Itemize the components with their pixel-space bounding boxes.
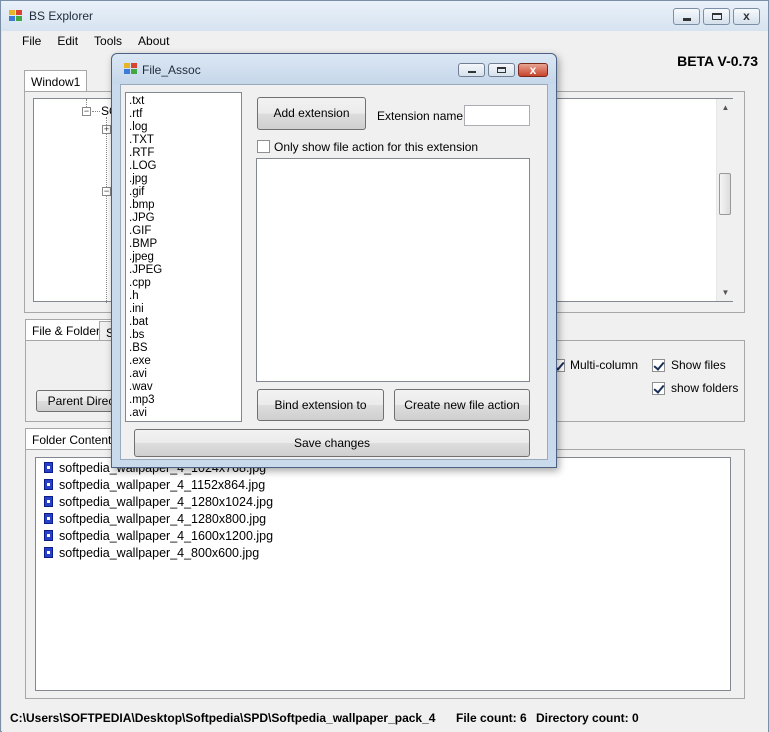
extension-item[interactable]: .exe	[129, 355, 151, 368]
extension-item[interactable]: .BS	[129, 342, 148, 355]
add-extension-button[interactable]: Add extension	[257, 97, 366, 130]
extension-item[interactable]: .cpp	[129, 277, 151, 290]
extension-item[interactable]: .wav	[129, 381, 153, 394]
image-file-icon	[44, 513, 53, 524]
file-list[interactable]: softpedia_wallpaper_4_1024x768.jpg softp…	[35, 457, 731, 691]
file-row[interactable]: softpedia_wallpaper_4_800x600.jpg	[44, 546, 259, 563]
show-files-checkbox[interactable]	[652, 359, 665, 372]
expand-icon[interactable]: +	[102, 125, 111, 134]
extension-item[interactable]: .bmp	[129, 199, 155, 212]
scroll-down-icon[interactable]: ▼	[717, 284, 734, 301]
save-changes-button[interactable]: Save changes	[134, 429, 530, 457]
image-file-icon	[44, 479, 53, 490]
status-path: C:\Users\SOFTPEDIA\Desktop\Softpedia\SPD…	[10, 711, 436, 725]
extension-item[interactable]: .JPEG	[129, 264, 162, 277]
maximize-icon	[497, 67, 506, 73]
menu-about[interactable]: About	[130, 32, 177, 50]
dialog-close-button[interactable]: x	[518, 63, 548, 77]
extension-item[interactable]: .JPG	[129, 212, 155, 225]
image-file-icon	[44, 462, 53, 473]
menu-edit[interactable]: Edit	[49, 32, 86, 50]
extension-item[interactable]: .txt	[129, 95, 144, 108]
close-icon: x	[529, 63, 537, 77]
tree-line	[92, 111, 100, 112]
minimize-icon	[683, 18, 691, 21]
extension-item[interactable]: .bs	[129, 329, 144, 342]
version-label: BETA V-0.73	[677, 53, 758, 69]
extension-item[interactable]: .jpg	[129, 173, 148, 186]
extension-item[interactable]: .TXT	[129, 134, 154, 147]
extension-item[interactable]: .bat	[129, 316, 148, 329]
close-button[interactable]: x	[733, 8, 760, 25]
scroll-thumb[interactable]	[719, 173, 731, 215]
window-title: BS Explorer	[29, 9, 94, 23]
extension-item[interactable]: .jpeg	[129, 251, 154, 264]
only-show-label: Only show file action for this extension	[274, 140, 479, 154]
maximize-button[interactable]	[703, 8, 730, 25]
dialog-title: File_Assoc	[142, 63, 201, 77]
dialog-app-icon	[124, 63, 138, 75]
file-row[interactable]: softpedia_wallpaper_4_1280x1024.jpg	[44, 495, 273, 512]
only-show-checkbox[interactable]	[257, 140, 270, 153]
bind-extension-button[interactable]: Bind extension to action	[257, 389, 384, 442]
minimize-icon	[468, 71, 476, 73]
extension-name-label: Extension name:	[377, 109, 467, 123]
image-file-icon	[44, 547, 53, 558]
menu-bar: File Edit Tools About	[2, 31, 768, 51]
maximize-icon	[712, 13, 722, 20]
close-icon: x	[743, 9, 750, 23]
collapse-icon[interactable]: −	[102, 187, 111, 196]
show-folders-checkbox[interactable]	[652, 382, 665, 395]
dialog-minimize-button[interactable]	[458, 63, 485, 77]
extension-item[interactable]: .ini	[129, 303, 144, 316]
multi-column-label: Multi-column	[570, 358, 639, 372]
extension-name-input[interactable]	[464, 105, 530, 126]
status-bar: C:\Users\SOFTPEDIA\Desktop\Softpedia\SPD…	[2, 706, 768, 732]
minimize-button[interactable]	[673, 8, 700, 25]
extension-item[interactable]: .RTF	[129, 147, 154, 160]
extension-item[interactable]: .avi	[129, 368, 147, 381]
tree-scrollbar[interactable]: ▲ ▼	[716, 99, 733, 301]
extension-item[interactable]: .mp3	[129, 394, 155, 407]
extension-item[interactable]: .h	[129, 290, 139, 303]
status-file-count: File count: 6	[456, 711, 527, 725]
extension-list[interactable]: .txt .rtf .log .TXT .RTF .LOG .jpg .gif …	[125, 92, 242, 422]
extension-item[interactable]: .gif	[129, 186, 144, 199]
file-action-list[interactable]	[256, 158, 530, 382]
collapse-icon[interactable]: −	[82, 107, 91, 116]
file-row[interactable]: softpedia_wallpaper_4_1152x864.jpg	[44, 478, 265, 495]
scroll-up-icon[interactable]: ▲	[717, 99, 734, 116]
extension-item[interactable]: .avi	[129, 407, 147, 420]
extension-item[interactable]: .rtf	[129, 108, 142, 121]
status-dir-count: Directory count: 0	[536, 711, 639, 725]
extension-item[interactable]: .GIF	[129, 225, 151, 238]
menu-tools[interactable]: Tools	[86, 32, 130, 50]
dialog-title-bar[interactable]: File_Assoc x	[112, 54, 556, 84]
app-icon	[9, 10, 23, 22]
image-file-icon	[44, 530, 53, 541]
extension-item[interactable]: .log	[129, 121, 148, 134]
show-folders-label: show folders	[671, 381, 739, 395]
tree-line	[106, 117, 107, 303]
extension-item[interactable]: .LOG	[129, 160, 156, 173]
file-row[interactable]: softpedia_wallpaper_4_1600x1200.jpg	[44, 529, 273, 546]
tab-window1[interactable]: Window1	[24, 70, 88, 92]
file-assoc-dialog: File_Assoc x .txt .rtf .log .TXT .RTF .L…	[111, 53, 557, 468]
file-row[interactable]: softpedia_wallpaper_4_1280x800.jpg	[44, 512, 266, 529]
image-file-icon	[44, 496, 53, 507]
create-file-action-button[interactable]: Create new file action	[394, 389, 530, 421]
menu-file[interactable]: File	[14, 32, 49, 50]
extension-item[interactable]: .BMP	[129, 238, 157, 251]
dialog-maximize-button[interactable]	[488, 63, 515, 77]
title-bar[interactable]: BS Explorer x	[1, 1, 768, 31]
folder-contents-tab[interactable]: Folder Contents	[25, 428, 125, 450]
folder-contents-panel: softpedia_wallpaper_4_1024x768.jpg softp…	[25, 449, 745, 699]
show-files-label: Show files	[671, 358, 726, 372]
